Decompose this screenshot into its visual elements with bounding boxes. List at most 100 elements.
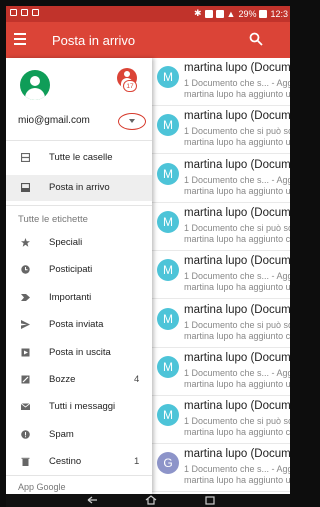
snippet: martina lupo ha aggiunto un (184, 475, 290, 486)
search-icon[interactable] (249, 32, 263, 46)
avatar: M (157, 162, 179, 185)
recent-apps-icon[interactable] (204, 495, 216, 505)
unread-badge: 17 (123, 80, 137, 92)
snippet: martina lupo ha aggiunto un (184, 282, 290, 293)
snippet: martina lupo ha aggiunto co (184, 427, 290, 438)
sidebar-item-label: Importanti (49, 291, 92, 303)
important-icon (21, 293, 30, 301)
subject: 1 Documento che si può sol (184, 222, 290, 233)
snippet: martina lupo ha aggiunto un (184, 185, 290, 196)
back-icon[interactable] (86, 495, 98, 505)
sidebar-item[interactable]: Tutti i messaggi (6, 394, 152, 420)
sidebar-item[interactable]: Posta in arrivo (6, 175, 152, 201)
sidebar-item-label: Spam (49, 428, 74, 440)
snippet: martina lupo ha aggiunto co (184, 233, 290, 244)
avatar: M (157, 259, 179, 282)
sidebar-item[interactable]: Spam (6, 422, 152, 448)
home-icon[interactable] (145, 495, 157, 505)
clock: 12:3 (270, 8, 288, 19)
sidebar-item-label: Speciali (49, 237, 83, 248)
spam-icon (21, 429, 30, 439)
notification-icons (10, 9, 39, 16)
sidebar-item[interactable]: Cestino 1 (6, 449, 152, 475)
sender-name: martina lupo (Documen (184, 303, 290, 316)
avatar: M (157, 355, 179, 378)
sim-icon (215, 9, 224, 18)
signal-icon: ▲ (226, 8, 236, 19)
status-bar: ✱ ▲ 29% 12:3 (6, 6, 290, 22)
sidebar-item[interactable]: Posticipati (6, 257, 152, 283)
subject: 1 Documento che s... - Aggi (184, 367, 290, 378)
sidebar-item[interactable]: Tutte le caselle (6, 145, 152, 171)
inbox-icon (21, 183, 30, 192)
sidebar-item[interactable]: Bozze 4 (6, 367, 152, 393)
send-icon (21, 320, 30, 330)
sender-name: martina lupo (Documen (184, 206, 290, 219)
snippet: martina lupo ha aggiunto co (184, 330, 290, 341)
system-navigation-bar (6, 494, 290, 507)
subject: 1 Documento che s... - Aggi (184, 271, 290, 282)
battery-level: 29% (238, 8, 257, 19)
avatar: M (157, 66, 179, 88)
account-switcher-button[interactable] (118, 113, 146, 130)
sidebar-item-label: Posticipati (49, 264, 93, 276)
sender-name: martina lupo (Documen (184, 448, 290, 461)
section-label: Tutte le etichette (18, 214, 88, 225)
sender-name: martina lupo (Documen (184, 158, 290, 171)
sidebar-item[interactable]: Importanti (6, 285, 152, 311)
avatar: M (157, 210, 179, 233)
sidebar-item-label: Posta in uscita (49, 346, 111, 358)
page-title: Posta in arrivo (52, 33, 136, 48)
sender-name: martina lupo (Documen (184, 351, 290, 364)
subject: 1 Documento che s... - Aggi (184, 464, 290, 475)
sidebar-item-label: Tutti i messaggi (49, 401, 116, 413)
avatar: G (157, 452, 179, 475)
sender-name: martina lupo (Documen (184, 62, 290, 74)
subject: 1 Documento che s... - Aggi (184, 78, 290, 88)
sender-name: martina lupo (Documen (184, 255, 290, 268)
notification-icon (21, 9, 28, 16)
status-indicators: ✱ ▲ 29% 12:3 (194, 8, 288, 19)
menu-icon[interactable] (14, 33, 26, 47)
all-inboxes-icon (21, 153, 30, 162)
battery-icon (259, 9, 268, 18)
avatar: M (157, 114, 179, 137)
subject: 1 Documento che si può sol (184, 416, 290, 427)
draft-icon (21, 375, 30, 384)
notification-icon (10, 9, 17, 16)
apps-label: App Google (18, 482, 66, 492)
clock-icon (21, 265, 30, 275)
account-header: 17 mio@gmail.com (6, 58, 152, 140)
divider (6, 205, 152, 206)
account-email: mio@gmail.com (18, 115, 90, 126)
notification-icon (32, 9, 39, 16)
vibrate-icon (204, 9, 213, 18)
divider (6, 140, 152, 141)
snippet: martina lupo ha aggiunto un (184, 137, 290, 148)
app-bar: Posta in arrivo (6, 22, 290, 58)
sidebar-item[interactable]: Speciali (6, 230, 152, 256)
trash-icon (21, 457, 30, 467)
sidebar-item-label: Posta inviata (49, 319, 104, 331)
sender-name: martina lupo (Documen (184, 110, 290, 123)
divider (152, 491, 290, 493)
sidebar-item[interactable]: Posta inviata (6, 312, 152, 338)
sidebar-item-label: Bozze (49, 374, 76, 385)
avatar: M (157, 307, 179, 330)
sender-name: martina lupo (Documen (184, 400, 290, 413)
chevron-down-icon (129, 119, 135, 123)
subject: 1 Documento che si può sol (184, 319, 290, 330)
item-count: 4 (134, 374, 140, 385)
sidebar-item[interactable]: Posta in uscita (6, 340, 152, 366)
item-count: 1 (134, 456, 140, 468)
avatar: M (157, 404, 179, 427)
phone-screen: ✱ ▲ 29% 12:3 Posta in arrivo Mmartina lu… (6, 6, 290, 494)
snippet: martina lupo ha aggiunto un (184, 378, 290, 389)
sidebar-item-label: Tutte le caselle (49, 152, 113, 163)
subject: 1 Documento che si può sol (184, 126, 290, 137)
avatar[interactable] (20, 70, 50, 100)
sidebar-item-label: Cestino (49, 456, 82, 468)
sidebar-item-label: Posta in arrivo (49, 182, 110, 193)
divider (6, 475, 152, 476)
subject: 1 Documento che s... - Aggi (184, 174, 290, 185)
